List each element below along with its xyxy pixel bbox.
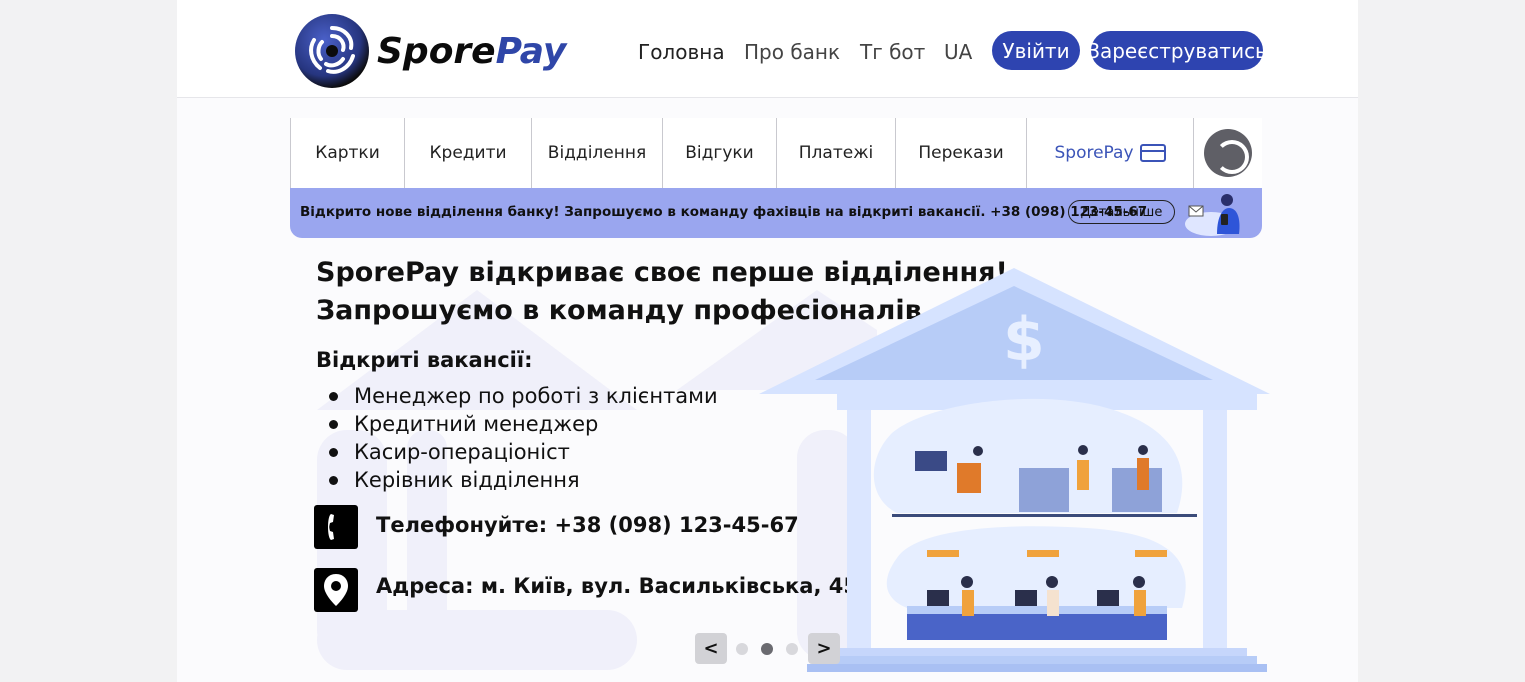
register-button[interactable]: Зареєструватись — [1087, 31, 1267, 70]
sporepay-small-logo-icon — [1204, 129, 1252, 177]
nav-telegram-bot-link[interactable]: Тг бот — [860, 40, 925, 64]
nav-about-link[interactable]: Про банк — [744, 40, 840, 64]
menu-item-credits[interactable]: Кредити — [405, 118, 532, 188]
list-item: Менеджер по роботі з клієнтами — [329, 382, 718, 410]
banner-details-button[interactable]: Детальніше — [1068, 200, 1175, 224]
bank-building-illustration-icon: $ — [759, 268, 1270, 672]
slider-dot-1[interactable] — [736, 643, 748, 655]
vacancies-list: Менеджер по роботі з клієнтами Кредитний… — [329, 382, 718, 494]
menu-item-transfers[interactable]: Перекази — [896, 118, 1027, 188]
brand-name-part2: Pay — [495, 30, 567, 72]
phone-icon — [314, 505, 358, 549]
announcement-banner: Відкрито нове відділення банку! Запрошує… — [290, 188, 1262, 238]
banner-text: Відкрито нове відділення банку! Запрошує… — [300, 204, 1148, 220]
list-item: Кредитний менеджер — [329, 410, 718, 438]
slider-prev-button[interactable]: < — [695, 633, 727, 664]
category-menu: Картки Кредити Відділення Відгуки Платеж… — [290, 118, 1262, 188]
phone-contact-text: Телефонуйте: +38 (098) 123-45-67 — [376, 513, 799, 537]
nav-home-link[interactable]: Головна — [638, 40, 725, 64]
location-pin-icon — [314, 568, 358, 612]
menu-item-payments[interactable]: Платежі — [777, 118, 896, 188]
menu-item-reviews[interactable]: Відгуки — [663, 118, 777, 188]
slider-dot-3[interactable] — [786, 643, 798, 655]
list-item: Касир-операціоніст — [329, 438, 718, 466]
vacancies-title: Відкриті вакансії: — [316, 348, 533, 372]
page: SporePay Головна Про банк Тг бот UA Увій… — [177, 0, 1358, 682]
menu-logo[interactable] — [1194, 118, 1262, 188]
credit-card-icon — [1139, 144, 1166, 162]
brand-name-part1: Spore — [377, 30, 496, 72]
svg-text:$: $ — [1003, 305, 1045, 375]
menu-item-sporepay-label: SporePay — [1054, 143, 1134, 163]
list-item: Керівник відділення — [329, 466, 718, 494]
menu-item-cards[interactable]: Картки — [290, 118, 405, 188]
slider-next-button[interactable]: > — [808, 633, 840, 664]
menu-item-branches[interactable]: Відділення — [532, 118, 663, 188]
brand-logo[interactable]: SporePay — [295, 14, 571, 88]
brand-name: SporePay — [377, 31, 566, 72]
menu-item-sporepay[interactable]: SporePay — [1027, 118, 1194, 188]
sporepay-logo-icon — [295, 14, 369, 88]
woman-with-phone-illustration-icon — [1185, 194, 1240, 236]
top-header: SporePay Головна Про банк Тг бот UA Увій… — [177, 0, 1358, 98]
language-selector[interactable]: UA — [944, 40, 972, 64]
login-button[interactable]: Увійти — [992, 31, 1080, 70]
slider-dot-2[interactable] — [761, 643, 773, 655]
